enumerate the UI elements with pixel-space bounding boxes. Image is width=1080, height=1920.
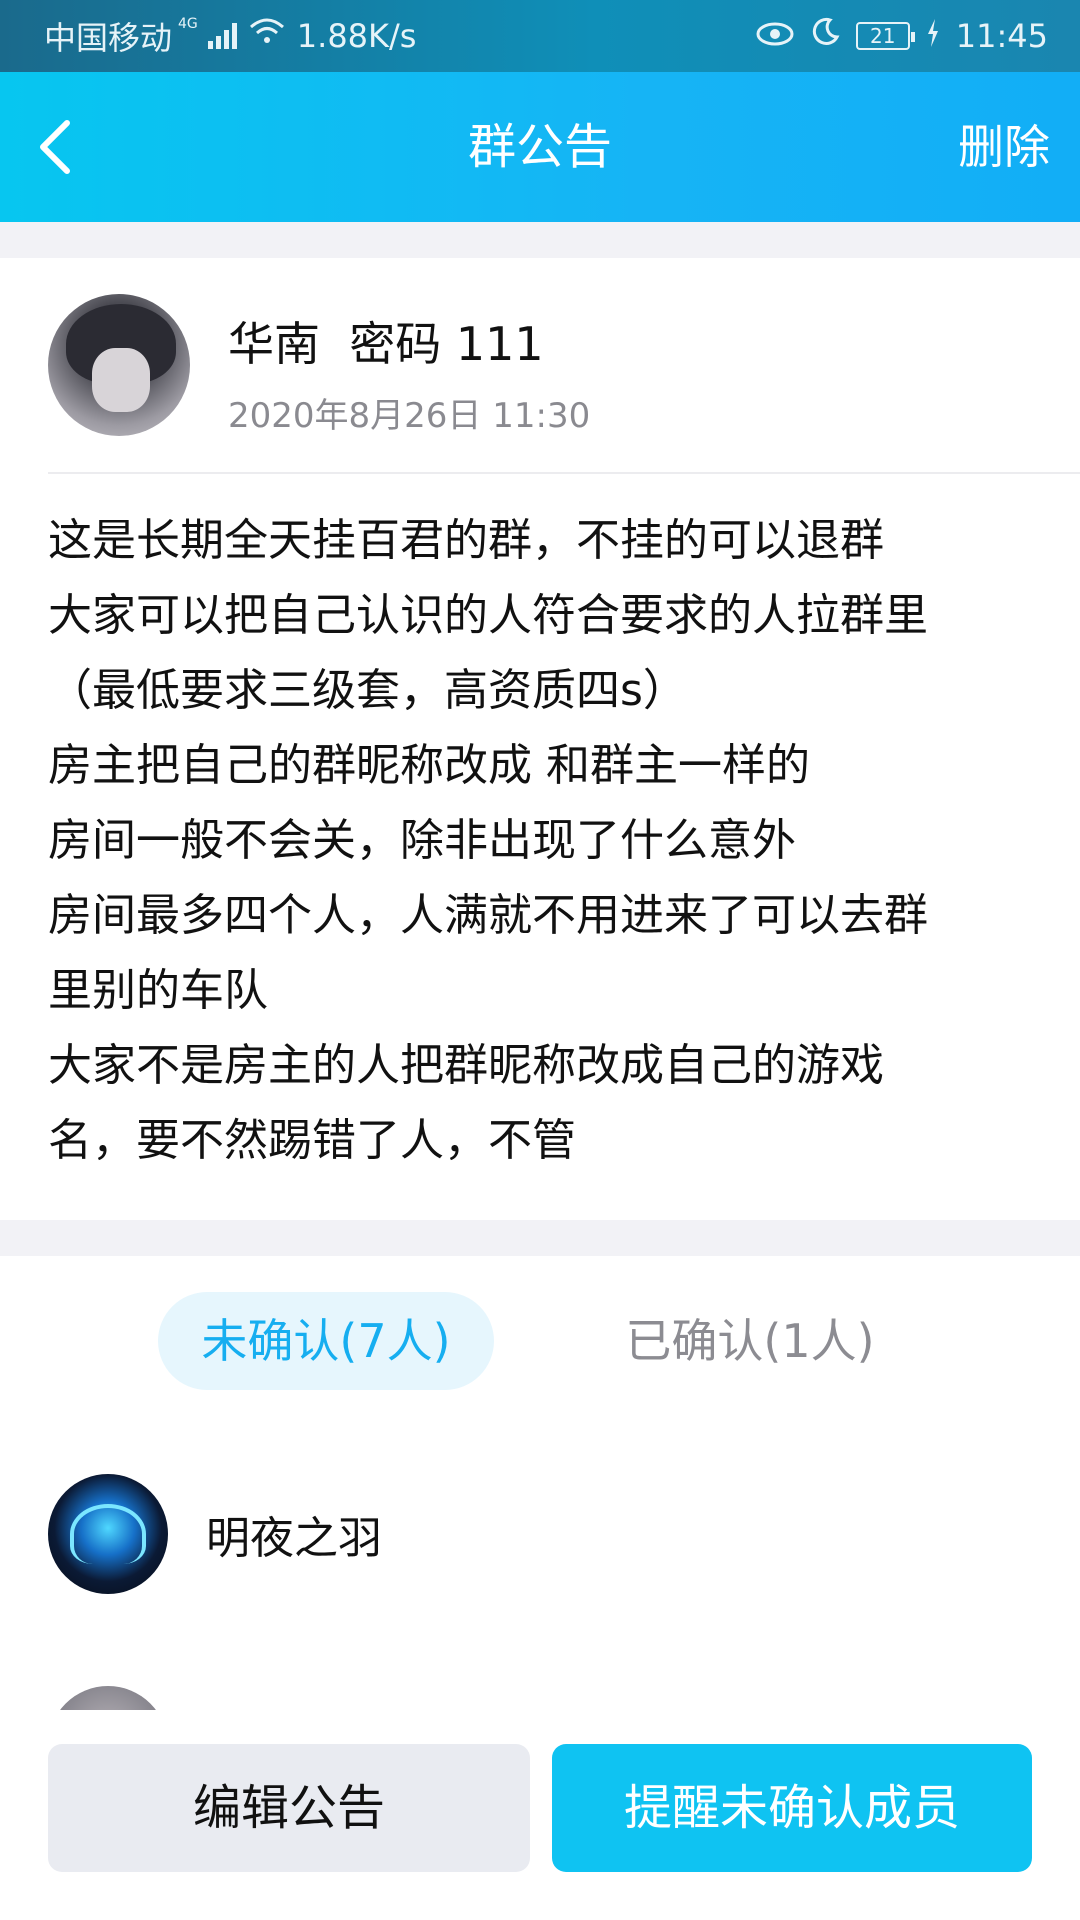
notice-content: 这是长期全天挂百君的群，不挂的可以退群 大家可以把自己认识的人符合要求的人拉群里… xyxy=(48,503,1048,1178)
notice-line: 里别的车队 xyxy=(48,965,268,1016)
tab-unconfirmed[interactable]: 未确认(7人) xyxy=(158,1292,494,1390)
network-type: 4G xyxy=(178,16,198,32)
notice-line: 房主把自己的群昵称改成 和群主一样的 xyxy=(48,740,810,791)
notice-card: 华南 密码 111 2020年8月26日 11:30 这是长期全天挂百君的群，不… xyxy=(0,258,1080,1220)
delete-button[interactable]: 删除 xyxy=(958,72,1050,222)
author-avatar[interactable] xyxy=(48,294,190,436)
post-time: 2020年8月26日 11:30 xyxy=(228,396,591,436)
author-name: 华南 密码 111 xyxy=(228,317,544,371)
page-title: 群公告 xyxy=(467,119,612,175)
notice-line: （最低要求三级套，高资质四s） xyxy=(48,665,687,716)
signal-icon xyxy=(207,23,237,49)
notice-line: 大家不是房主的人把群昵称改成自己的游戏 xyxy=(48,1040,884,1091)
notice-line: 房间一般不会关，除非出现了什么意外 xyxy=(48,815,796,866)
tab-confirmed[interactable]: 已确认(1人) xyxy=(600,1292,900,1390)
wifi-icon xyxy=(247,17,287,55)
notice-line: 这是长期全天挂百君的群，不挂的可以退群 xyxy=(48,515,884,566)
clock: 11:45 xyxy=(955,17,1048,55)
moon-icon xyxy=(810,17,840,55)
battery-icon: 21 xyxy=(855,22,915,50)
member-name: 明夜之羽 xyxy=(206,1513,382,1564)
edit-notice-button[interactable]: 编辑公告 xyxy=(48,1744,530,1872)
notice-line: 房间最多四个人，人满就不用进来了可以去群 xyxy=(48,890,928,941)
network-speed: 1.88K/s xyxy=(296,17,417,55)
member-avatar xyxy=(48,1474,168,1594)
bottom-action-bar: 编辑公告 提醒未确认成员 xyxy=(0,1710,1080,1920)
status-bar: 中国移动 4G 1.88K/s 21 11:45 xyxy=(0,0,1080,72)
member-item[interactable]: 明夜之羽 xyxy=(48,1474,382,1594)
charging-icon xyxy=(926,17,940,55)
eye-comfort-icon xyxy=(756,17,794,55)
notice-line: 大家可以把自己认识的人符合要求的人拉群里 xyxy=(48,590,928,641)
carrier-label: 中国移动 xyxy=(44,19,173,57)
notice-line: 名，要不然踢错了人，不管 xyxy=(48,1115,576,1166)
title-bar: 群公告 删除 xyxy=(0,72,1080,222)
remind-unconfirmed-button[interactable]: 提醒未确认成员 xyxy=(552,1744,1032,1872)
divider xyxy=(48,472,1080,474)
